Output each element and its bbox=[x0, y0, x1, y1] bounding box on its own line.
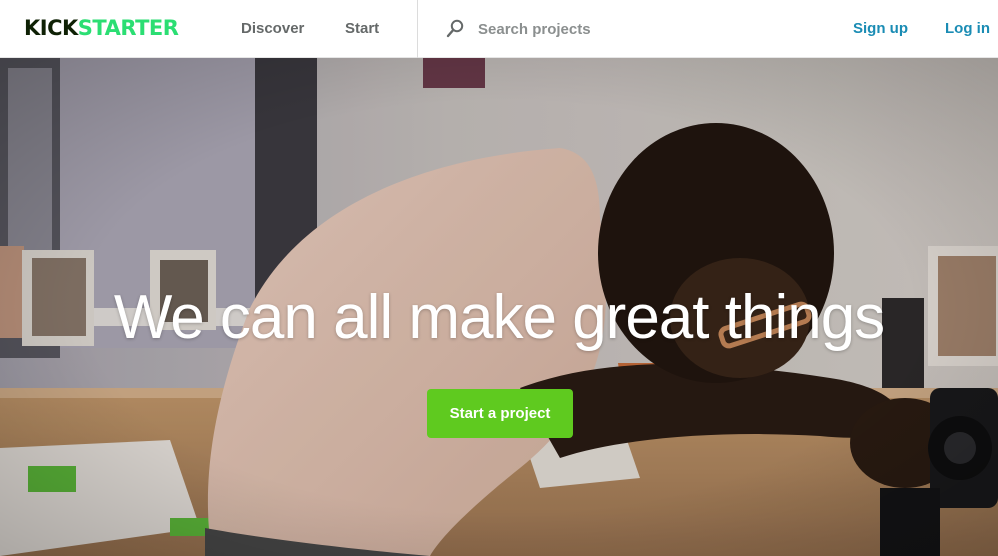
nav-start-link[interactable]: Start bbox=[345, 20, 379, 38]
logo-text-kick: KICK bbox=[24, 16, 78, 40]
start-a-project-button[interactable]: Start a project bbox=[427, 389, 573, 438]
nav-discover-link[interactable]: Discover bbox=[241, 20, 304, 38]
logo-text-starter: STARTER bbox=[77, 16, 179, 40]
hero-banner: We can all make great things Start a pro… bbox=[0, 58, 998, 556]
search-box[interactable] bbox=[444, 17, 804, 41]
header-divider bbox=[417, 0, 418, 58]
search-icon[interactable] bbox=[446, 19, 464, 39]
kickstarter-logo[interactable]: KICKSTARTER bbox=[24, 15, 179, 41]
hero-headline: We can all make great things bbox=[113, 283, 885, 352]
search-input[interactable] bbox=[478, 17, 778, 41]
sign-up-link[interactable]: Sign up bbox=[853, 20, 908, 38]
top-navigation-bar: KICKSTARTER Discover Start Sign up Log i… bbox=[0, 0, 998, 58]
log-in-link[interactable]: Log in bbox=[945, 20, 990, 38]
